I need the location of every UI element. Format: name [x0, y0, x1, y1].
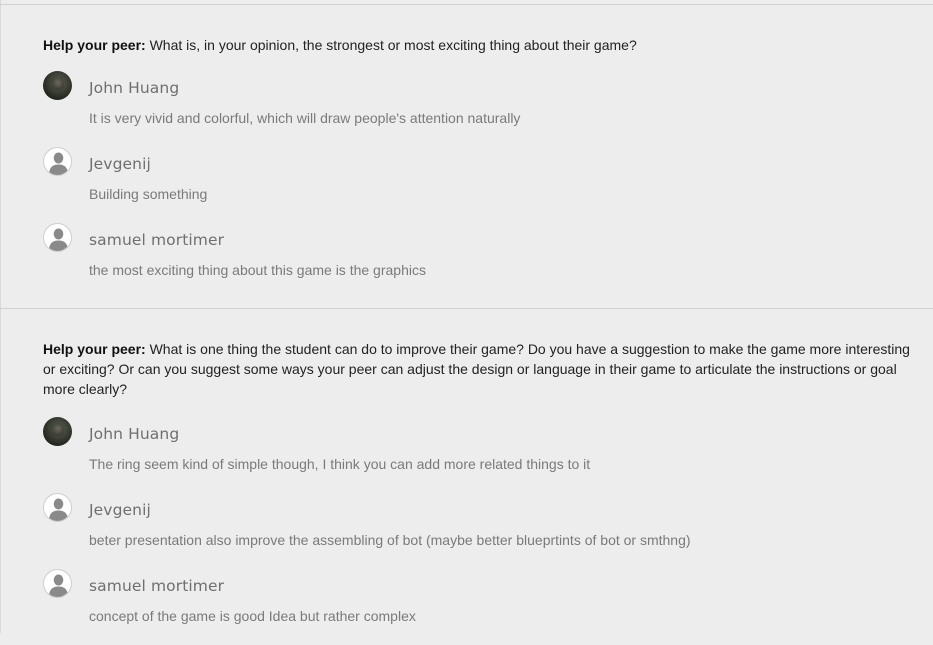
question-text: What is, in your opinion, the strongest … [149, 37, 637, 53]
response-text: Building something [89, 186, 208, 202]
user-name: samuel mortimer [89, 577, 225, 595]
avatar [43, 71, 72, 100]
response-text: beter presentation also improve the asse… [89, 532, 691, 548]
response-text: It is very vivid and colorful, which wil… [89, 110, 521, 126]
user-name: John Huang [89, 79, 180, 97]
section-divider [0, 308, 933, 309]
response-item: samuel mortimer concept of the game is g… [43, 569, 918, 645]
response-item: John Huang It is very vivid and colorful… [43, 71, 918, 147]
prompt-label: Help your peer: [43, 37, 146, 53]
response-text: concept of the game is good Idea but rat… [89, 608, 416, 624]
user-name: Jevgenij [89, 501, 151, 519]
feedback-section-2: Help your peer: What is one thing the st… [43, 339, 918, 645]
avatar [43, 417, 72, 446]
prompt-label: Help your peer: [43, 341, 146, 357]
response-text: The ring seem kind of simple though, I t… [89, 456, 591, 472]
default-user-icon [43, 493, 72, 522]
user-name: John Huang [89, 425, 180, 443]
question-prompt: Help your peer: What is, in your opinion… [43, 35, 918, 55]
response-item: John Huang The ring seem kind of simple … [43, 417, 918, 493]
question-prompt: Help your peer: What is one thing the st… [43, 339, 918, 399]
response-text: the most exciting thing about this game … [89, 262, 426, 278]
response-item: Jevgenij Building something [43, 147, 918, 223]
user-name: Jevgenij [89, 155, 151, 173]
default-user-icon [43, 147, 72, 176]
default-user-icon [43, 223, 72, 252]
response-item: samuel mortimer the most exciting thing … [43, 223, 918, 299]
top-divider [0, 4, 933, 5]
response-item: Jevgenij beter presentation also improve… [43, 493, 918, 569]
user-name: samuel mortimer [89, 231, 225, 249]
question-text: What is one thing the student can do to … [43, 341, 910, 397]
feedback-section-1: Help your peer: What is, in your opinion… [43, 35, 918, 299]
default-user-icon [43, 569, 72, 598]
left-border [0, 0, 1, 633]
